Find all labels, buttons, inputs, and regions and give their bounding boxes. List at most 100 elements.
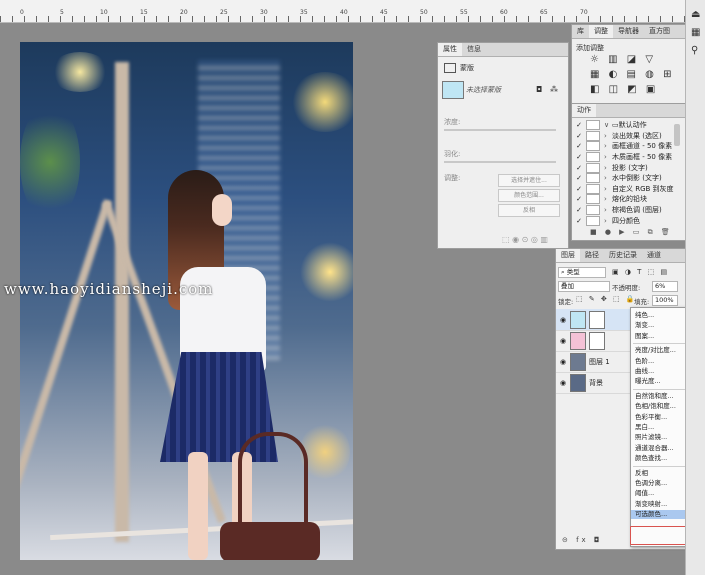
tab-actions[interactable]: 动作 <box>572 104 596 117</box>
layer-thumbnail[interactable] <box>570 373 586 392</box>
layer-thumbnail[interactable] <box>570 310 586 329</box>
actions-footer-icons[interactable]: ■ ● ▶ ▭ ⧉ 🗑 <box>590 228 673 237</box>
tab-paths[interactable]: 路径 <box>580 249 604 262</box>
subject-face <box>212 194 232 226</box>
visibility-eye-icon[interactable]: ◉ <box>556 337 570 345</box>
check-icon[interactable]: ✓ <box>572 195 586 203</box>
adjustments-panel: 库 调整 导航器 直方图 添加调整 ☼ ▥ ◪ ▽ ▦ ◐ ▤ ◍ ⊞ ◧ ◫ … <box>571 24 686 104</box>
panel-footer-icons[interactable]: ⬚ ◉ ⊙ ◎ ▥ <box>502 235 548 244</box>
visibility-eye-icon[interactable]: ◉ <box>556 379 570 387</box>
pixel-mask-icon[interactable]: ◘ <box>536 85 542 94</box>
layer-thumbnail[interactable] <box>570 331 586 350</box>
feather-slider[interactable] <box>444 161 556 163</box>
expand-arrow-icon[interactable]: › <box>604 174 612 182</box>
layer-mask-thumbnail[interactable] <box>589 331 605 350</box>
visibility-eye-icon[interactable]: ◉ <box>556 358 570 366</box>
expand-arrow-icon[interactable]: › <box>604 132 612 140</box>
dialog-toggle[interactable] <box>586 130 600 141</box>
action-item[interactable]: ✓ ∨ ▭ 默认动作 <box>572 120 677 131</box>
action-label: 投影 (文字) <box>612 163 648 172</box>
opacity-input[interactable]: 6% <box>652 281 678 292</box>
action-item[interactable]: ✓ › 投影 (文字) <box>572 162 677 173</box>
mask-layer-name: 未选择蒙版 <box>466 86 501 94</box>
fill-input[interactable]: 100% <box>652 295 678 306</box>
check-icon[interactable]: ✓ <box>572 185 586 193</box>
collapse-icon[interactable]: ⏏ <box>691 10 700 20</box>
bokeh-light <box>300 242 353 302</box>
dialog-toggle[interactable] <box>586 215 600 226</box>
folder-icon: ▭ <box>612 121 619 130</box>
vector-mask-icon[interactable]: ⁂ <box>550 85 558 94</box>
tab-libraries[interactable]: 库 <box>572 25 589 38</box>
density-slider[interactable] <box>444 129 556 131</box>
action-item[interactable]: ✓ › 棕褐色调 (图层) <box>572 205 677 216</box>
bokeh-light <box>50 52 110 92</box>
expand-arrow-icon[interactable]: › <box>604 206 612 214</box>
expand-arrow-icon[interactable]: › <box>604 164 612 172</box>
filter-icons[interactable]: ▣ ◑ T ⬚ ▤ <box>612 268 669 277</box>
adjustments-tabs: 库 调整 导航器 直方图 <box>572 25 685 39</box>
document-canvas[interactable] <box>20 42 353 560</box>
dialog-toggle[interactable] <box>586 194 600 205</box>
ruler-number: 20 <box>180 9 188 16</box>
action-label: 熔化的铅块 <box>612 195 647 204</box>
tab-adjustments[interactable]: 调整 <box>589 25 613 38</box>
invert-button[interactable]: 反相 <box>498 204 560 217</box>
tree-support <box>20 199 112 535</box>
lock-icons[interactable]: ⬚ ✎ ✥ ⬚ 🔒 <box>576 295 637 304</box>
color-range-button[interactable]: 颜色范围... <box>498 189 560 202</box>
grid-icon[interactable]: ▦ <box>691 28 700 38</box>
tab-history[interactable]: 历史记录 <box>604 249 642 262</box>
tab-layers[interactable]: 图层 <box>556 249 580 262</box>
blend-mode-select[interactable]: 叠加 <box>558 281 610 292</box>
check-icon[interactable]: ✓ <box>572 132 586 140</box>
adjustment-icons-row1[interactable]: ☼ ▥ ◪ ▽ <box>590 55 656 65</box>
tab-info[interactable]: 信息 <box>462 43 486 56</box>
action-item[interactable]: ✓ › 四分颜色 <box>572 215 677 226</box>
tab-channels[interactable]: 通道 <box>642 249 666 262</box>
adjustment-icons-row3[interactable]: ◧ ◫ ◩ ▣ <box>590 85 658 95</box>
check-icon[interactable]: ✓ <box>572 153 586 161</box>
actions-scrollbar[interactable] <box>674 124 680 146</box>
action-item[interactable]: ✓ › 木质画框 - 50 像素 <box>572 152 677 163</box>
action-item[interactable]: ✓ › 淡出效果 (选区) <box>572 130 677 142</box>
expand-arrow-icon[interactable]: › <box>604 217 612 225</box>
tab-histogram[interactable]: 直方图 <box>644 25 675 38</box>
check-icon[interactable]: ✓ <box>572 206 586 214</box>
dialog-toggle[interactable] <box>586 205 600 216</box>
ruler-number: 0 <box>20 9 24 16</box>
expand-arrow-icon[interactable]: ∨ <box>604 121 612 129</box>
select-mask-button[interactable]: 选择并遮住... <box>498 174 560 187</box>
action-item[interactable]: ✓ › 熔化的铅块 <box>572 194 677 205</box>
expand-arrow-icon[interactable]: › <box>604 185 612 193</box>
dialog-toggle[interactable] <box>586 173 600 184</box>
dialog-toggle[interactable] <box>586 141 600 152</box>
dialog-toggle[interactable] <box>586 162 600 173</box>
fill-label: 填充: <box>634 298 650 306</box>
ruler-number: 40 <box>340 9 348 16</box>
dialog-toggle[interactable] <box>586 183 600 194</box>
tree-foliage <box>20 102 80 222</box>
expand-arrow-icon[interactable]: › <box>604 142 612 150</box>
adjustment-icons-row2[interactable]: ▦ ◐ ▤ ◍ ⊞ <box>590 70 674 80</box>
layers-footer-icons[interactable]: ⊝ fx ◘ <box>562 536 602 545</box>
brush-icon[interactable]: ⚲ <box>691 46 698 56</box>
check-icon[interactable]: ✓ <box>572 142 586 150</box>
action-item[interactable]: ✓ › 自定义 RGB 到灰度 <box>572 183 677 195</box>
layer-thumbnail[interactable] <box>570 352 586 371</box>
action-item[interactable]: ✓ › 画框通道 - 50 像素 <box>572 141 677 152</box>
check-icon[interactable]: ✓ <box>572 217 586 225</box>
dialog-toggle[interactable] <box>586 152 600 163</box>
action-item[interactable]: ✓ › 水中倒影 (文字) <box>572 173 677 184</box>
visibility-eye-icon[interactable]: ◉ <box>556 316 570 324</box>
tab-properties[interactable]: 属性 <box>438 43 462 56</box>
expand-arrow-icon[interactable]: › <box>604 153 612 161</box>
check-icon[interactable]: ✓ <box>572 121 586 129</box>
dialog-toggle[interactable] <box>586 120 600 131</box>
layer-mask-thumbnail[interactable] <box>589 310 605 329</box>
layer-filter-select[interactable]: ⌕ 类型 <box>558 267 606 278</box>
check-icon[interactable]: ✓ <box>572 164 586 172</box>
check-icon[interactable]: ✓ <box>572 174 586 182</box>
tab-navigator[interactable]: 导航器 <box>613 25 644 38</box>
expand-arrow-icon[interactable]: › <box>604 195 612 203</box>
